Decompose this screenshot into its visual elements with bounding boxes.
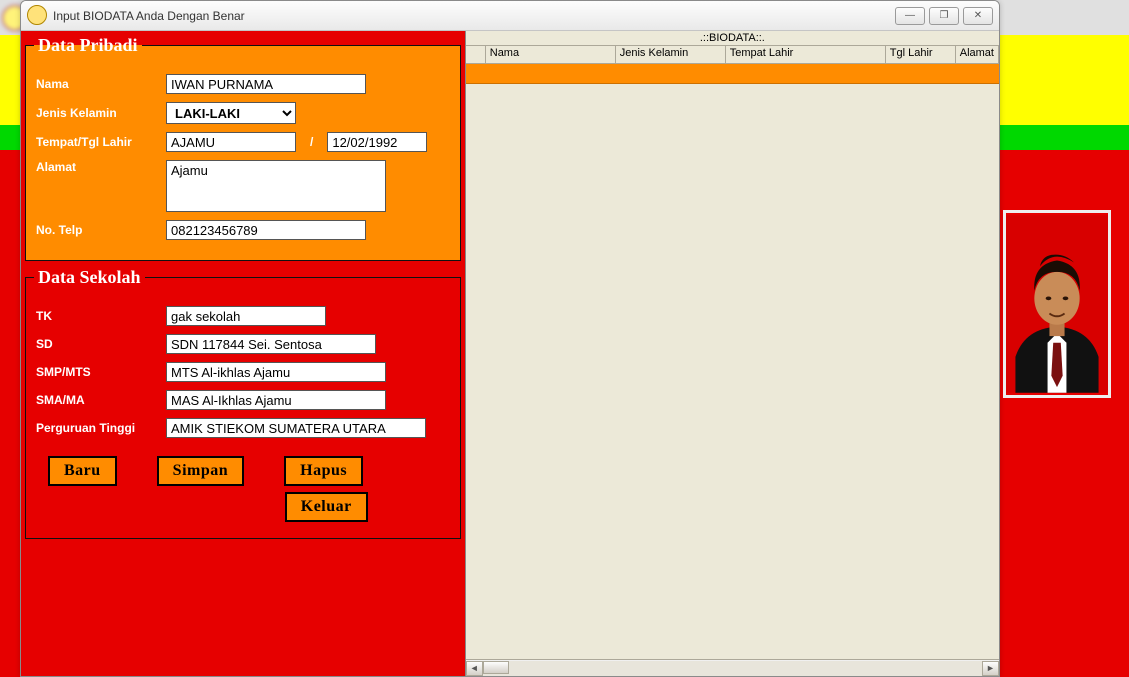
grid-panel: .::BIODATA::. Nama Jenis Kelamin Tempat … bbox=[465, 31, 999, 676]
slash-separator: / bbox=[306, 135, 317, 149]
app-icon bbox=[27, 5, 47, 25]
row-nama: Nama bbox=[36, 74, 450, 94]
minimize-button[interactable]: — bbox=[895, 7, 925, 25]
app-window: Input BIODATA Anda Dengan Benar — ❐ ✕ Da… bbox=[20, 0, 1000, 677]
row-pt: Perguruan Tinggi bbox=[36, 418, 450, 438]
input-telp[interactable] bbox=[166, 220, 366, 240]
label-sd: SD bbox=[36, 337, 156, 351]
label-nama: Nama bbox=[36, 77, 156, 91]
gridcol-nama[interactable]: Nama bbox=[486, 46, 616, 63]
input-tk[interactable] bbox=[166, 306, 326, 326]
label-ttl: Tempat/Tgl Lahir bbox=[36, 135, 156, 149]
label-tk: TK bbox=[36, 309, 156, 323]
button-row-2: Keluar bbox=[36, 488, 450, 526]
label-sma: SMA/MA bbox=[36, 393, 156, 407]
input-tempat-lahir[interactable] bbox=[166, 132, 296, 152]
window-title: Input BIODATA Anda Dengan Benar bbox=[53, 9, 245, 23]
input-sma[interactable] bbox=[166, 390, 386, 410]
textarea-alamat[interactable] bbox=[166, 160, 386, 212]
keluar-button[interactable]: Keluar bbox=[285, 492, 368, 522]
legend-data-sekolah: Data Sekolah bbox=[34, 267, 145, 288]
scroll-left-icon[interactable]: ◄ bbox=[466, 661, 483, 676]
label-smp: SMP/MTS bbox=[36, 365, 156, 379]
row-jk: Jenis Kelamin LAKI-LAKI bbox=[36, 102, 450, 124]
grid-hscrollbar[interactable]: ◄ ► bbox=[466, 659, 999, 676]
grid-caption: .::BIODATA::. bbox=[466, 31, 999, 46]
simpan-button[interactable]: Simpan bbox=[157, 456, 244, 486]
input-tgl-lahir[interactable] bbox=[327, 132, 427, 152]
hapus-button[interactable]: Hapus bbox=[284, 456, 363, 486]
client-area: Data Pribadi Nama Jenis Kelamin LAKI-LAK… bbox=[21, 31, 999, 676]
legend-data-pribadi: Data Pribadi bbox=[34, 35, 142, 56]
button-row-1: Baru Simpan Hapus bbox=[36, 446, 450, 488]
left-column: Data Pribadi Nama Jenis Kelamin LAKI-LAK… bbox=[21, 31, 465, 676]
row-tk: TK bbox=[36, 306, 450, 326]
scroll-track[interactable] bbox=[483, 661, 982, 676]
titlebar: Input BIODATA Anda Dengan Benar — ❐ ✕ bbox=[21, 1, 999, 31]
input-pt[interactable] bbox=[166, 418, 426, 438]
row-telp: No. Telp bbox=[36, 220, 450, 240]
scroll-right-icon[interactable]: ► bbox=[982, 661, 999, 676]
input-sd[interactable] bbox=[166, 334, 376, 354]
profile-photo-svg bbox=[1006, 213, 1108, 395]
input-smp[interactable] bbox=[166, 362, 386, 382]
row-alamat: Alamat bbox=[36, 160, 450, 212]
label-alamat: Alamat bbox=[36, 160, 156, 174]
input-nama[interactable] bbox=[166, 74, 366, 94]
select-jk[interactable]: LAKI-LAKI bbox=[166, 102, 296, 124]
row-sd: SD bbox=[36, 334, 450, 354]
row-smp: SMP/MTS bbox=[36, 362, 450, 382]
fieldset-data-pribadi: Data Pribadi Nama Jenis Kelamin LAKI-LAK… bbox=[25, 35, 461, 261]
fieldset-data-sekolah: Data Sekolah TK SD SMP/MTS SMA/MA bbox=[25, 267, 461, 539]
scroll-thumb[interactable] bbox=[483, 661, 509, 674]
gridcol-tgl[interactable]: Tgl Lahir bbox=[886, 46, 956, 63]
grid-active-row[interactable] bbox=[466, 64, 999, 84]
profile-photo bbox=[1003, 210, 1111, 398]
grid-body[interactable] bbox=[466, 64, 999, 659]
gridcol-tempat[interactable]: Tempat Lahir bbox=[726, 46, 886, 63]
label-jk: Jenis Kelamin bbox=[36, 106, 156, 120]
maximize-button[interactable]: ❐ bbox=[929, 7, 959, 25]
window-controls: — ❐ ✕ bbox=[891, 7, 993, 25]
label-telp: No. Telp bbox=[36, 223, 156, 237]
close-button[interactable]: ✕ bbox=[963, 7, 993, 25]
gridcol-alamat[interactable]: Alamat bbox=[956, 46, 999, 63]
gridcol-rowheader[interactable] bbox=[466, 46, 486, 63]
label-pt: Perguruan Tinggi bbox=[36, 421, 156, 435]
row-sma: SMA/MA bbox=[36, 390, 450, 410]
gridcol-jk[interactable]: Jenis Kelamin bbox=[616, 46, 726, 63]
row-ttl: Tempat/Tgl Lahir / bbox=[36, 132, 450, 152]
baru-button[interactable]: Baru bbox=[48, 456, 117, 486]
grid-header: Nama Jenis Kelamin Tempat Lahir Tgl Lahi… bbox=[466, 46, 999, 64]
